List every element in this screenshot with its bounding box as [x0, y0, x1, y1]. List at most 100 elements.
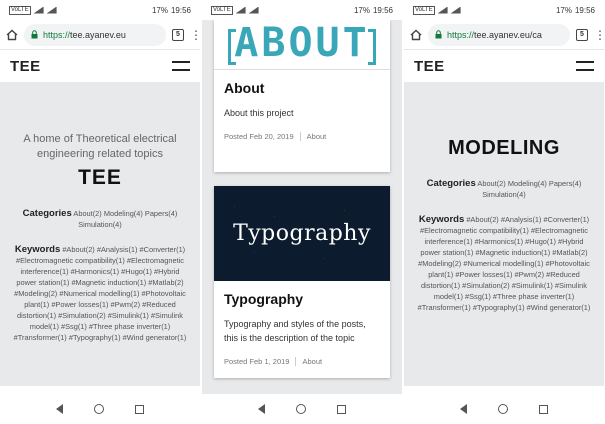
keyword-link[interactable]: #Converter(1)	[140, 245, 186, 254]
keyword-link[interactable]: #Power losses(1)	[51, 300, 110, 309]
keyword-link[interactable]: #Modeling(2)	[418, 259, 463, 268]
phone-category: VoLTE 17% 19:56 https://tee.ayanev.eu/ca …	[404, 0, 604, 424]
keywords-section: Keywords #About(2) #Analysis(1) #Convert…	[0, 244, 200, 343]
keyword-link[interactable]: #Analysis(1)	[501, 215, 544, 224]
post-meta: Posted Feb 1, 2019 About	[224, 357, 380, 366]
site-logo[interactable]: TEE	[10, 58, 41, 75]
hamburger-icon[interactable]	[576, 61, 594, 71]
keyword-link[interactable]: #Converter(1)	[544, 215, 590, 224]
phone-home: VoLTE 17% 19:56 https://tee.ayanev.eu 5 ⋮…	[0, 0, 200, 424]
keyword-link[interactable]: #About(2)	[62, 245, 97, 254]
post-image[interactable]: · · · · · · Typography	[214, 186, 390, 281]
keyword-link[interactable]: #Typography(1)	[69, 333, 123, 342]
keyword-link[interactable]: #Electromagnetic compatibility(1)	[16, 256, 127, 265]
post-category-link[interactable]: About	[307, 132, 327, 141]
screens: VoLTE 17% 19:56 https://tee.ayanev.eu 5 ⋮…	[0, 0, 605, 424]
tab-switcher-button[interactable]: 5	[172, 28, 184, 41]
category-link[interactable]: Simulation(4)	[482, 190, 526, 199]
keyword-link[interactable]: #Magnetic induction(1)	[475, 248, 552, 257]
keyword-link[interactable]: #Electromagnetic compatibility(1)	[420, 226, 531, 235]
keyword-link[interactable]: #Transformer(1)	[14, 333, 69, 342]
home-icon[interactable]	[410, 29, 422, 41]
android-nav-bar	[404, 394, 604, 424]
recents-icon[interactable]	[337, 404, 347, 414]
bracket-right	[368, 29, 376, 65]
url-scheme: https://	[43, 29, 71, 40]
keyword-link[interactable]: #Harmonics(1)	[71, 267, 122, 276]
status-bar: VoLTE 17% 19:56	[202, 0, 402, 20]
category-link[interactable]: About(2)	[73, 209, 103, 218]
back-icon[interactable]	[55, 404, 63, 414]
category-link[interactable]: Simulation(4)	[78, 220, 122, 229]
post-category-link[interactable]: About	[302, 357, 322, 366]
menu-dots-icon[interactable]: ⋮	[190, 29, 200, 41]
site-logo[interactable]: TEE	[414, 58, 445, 75]
site-header: TEE	[0, 50, 200, 82]
back-icon[interactable]	[459, 404, 467, 414]
keyword-link[interactable]: #About(2)	[466, 215, 501, 224]
post-image[interactable]: ABOUT	[214, 20, 390, 70]
meta-divider	[295, 357, 297, 366]
keyword-link[interactable]: #Pwm(2)	[110, 300, 142, 309]
keyword-link[interactable]: #Harmonics(1)	[475, 237, 526, 246]
url-scheme: https://	[447, 29, 475, 40]
keyword-link[interactable]: #Analysis(1)	[97, 245, 140, 254]
post-title[interactable]: About	[224, 80, 380, 96]
keyword-link[interactable]: #Modeling(2)	[14, 289, 59, 298]
keyword-link[interactable]: #Ssg(1)	[465, 292, 493, 301]
url-field[interactable]: https://tee.ayanev.eu	[24, 23, 166, 46]
keyword-link[interactable]: #Hugo(1)	[121, 267, 154, 276]
keyword-link[interactable]: #Transformer(1)	[418, 303, 473, 312]
category-link[interactable]: Papers(4)	[549, 179, 581, 188]
category-link[interactable]: About(2)	[477, 179, 507, 188]
keyword-link[interactable]: #Pwm(2)	[514, 270, 546, 279]
menu-dots-icon[interactable]: ⋮	[594, 29, 604, 41]
keyword-link[interactable]: #Ssg(1)	[61, 322, 89, 331]
hamburger-icon[interactable]	[172, 61, 190, 71]
keyword-link[interactable]: #Simulink(1)	[512, 281, 555, 290]
category-link[interactable]: Modeling(4)	[508, 179, 549, 188]
tab-switcher-button[interactable]: 5	[576, 28, 588, 41]
keyword-link[interactable]: #Simulation(2)	[462, 281, 512, 290]
volte-badge: VoLTE	[413, 5, 435, 15]
keyword-link[interactable]: #Wind generator(1)	[527, 303, 591, 312]
post-card[interactable]: ABOUT About About this project Posted Fe…	[214, 20, 390, 172]
keyword-link[interactable]: #Power losses(1)	[455, 270, 514, 279]
lock-icon	[435, 30, 442, 39]
battery-level: 17%	[151, 5, 168, 15]
keyword-link[interactable]: #Matlab(2)	[148, 278, 183, 287]
recents-icon[interactable]	[135, 404, 145, 414]
keyword-link[interactable]: #Magnetic induction(1)	[71, 278, 148, 287]
url-field[interactable]: https://tee.ayanev.eu/ca	[428, 23, 570, 46]
keyword-link[interactable]: #Simulation(2)	[58, 311, 108, 320]
back-icon[interactable]	[257, 404, 265, 414]
keyword-link[interactable]: #Matlab(2)	[552, 248, 587, 257]
home-circle-icon[interactable]	[93, 404, 104, 414]
home-circle-icon[interactable]	[497, 404, 508, 414]
keyword-link[interactable]: #Typography(1)	[473, 303, 527, 312]
category-link[interactable]: Modeling(4)	[104, 209, 145, 218]
url-host: tee.ayanev.eu	[70, 29, 126, 40]
keyword-link[interactable]: #Simulink(1)	[108, 311, 151, 320]
keyword-link[interactable]: #Three phase inverter(1)	[89, 322, 170, 331]
home-content: A home of Theoretical electrical enginee…	[0, 82, 200, 386]
category-link[interactable]: Papers(4)	[145, 209, 177, 218]
keywords-section: Keywords #About(2) #Analysis(1) #Convert…	[404, 214, 604, 313]
page-title: MODELING	[448, 137, 560, 159]
post-card[interactable]: · · · · · · Typography Typography Typogr…	[214, 186, 390, 378]
post-image-text: Typography	[233, 221, 371, 246]
keyword-link[interactable]: #Numerical modelling(1)	[463, 259, 545, 268]
post-date: Posted Feb 20, 2019	[224, 132, 294, 141]
home-icon[interactable]	[6, 29, 18, 41]
post-title[interactable]: Typography	[224, 291, 380, 307]
recents-icon[interactable]	[539, 404, 549, 414]
keyword-link[interactable]: #Wind generator(1)	[123, 333, 187, 342]
status-bar: VoLTE 17% 19:56	[404, 0, 604, 20]
post-image-text: ABOUT	[234, 20, 370, 66]
keyword-link[interactable]: #Numerical modelling(1)	[59, 289, 141, 298]
tagline: A home of Theoretical electrical enginee…	[23, 133, 177, 160]
keyword-link[interactable]: #Hugo(1)	[525, 237, 558, 246]
home-circle-icon[interactable]	[295, 404, 306, 414]
android-nav-bar	[0, 394, 200, 424]
keyword-link[interactable]: #Three phase inverter(1)	[493, 292, 574, 301]
